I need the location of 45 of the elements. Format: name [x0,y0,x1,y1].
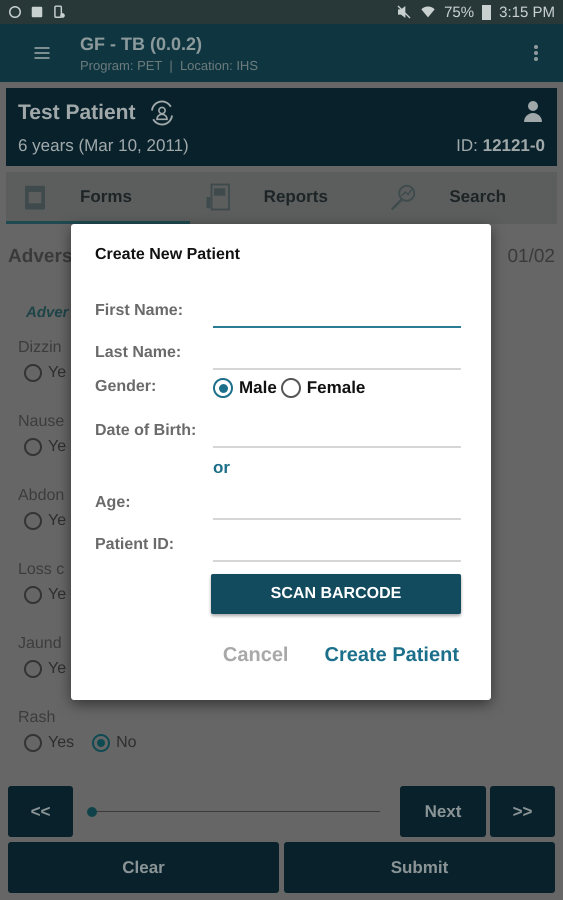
phone-icon [52,5,66,19]
section-heading: Adver [26,304,69,321]
patient-age: 6 years (Mar 10, 2011) [18,136,189,156]
clock: 3:15 PM [499,4,555,20]
wifi-icon [420,4,436,20]
radio-option[interactable]: Yes [24,734,74,752]
field-label: Last Name: [95,344,182,363]
tab[interactable]: Reports [190,172,374,224]
radio-option[interactable]: Male [213,378,277,398]
field-label: Gender: [95,378,158,397]
battery-percentage: 75% [444,4,474,20]
radio-option[interactable]: Ye [24,586,66,604]
first-page-button[interactable]: << [8,786,73,837]
dialog-title: Create New Patient [95,246,241,264]
radio-option[interactable]: Ye [24,660,66,678]
cancel-button[interactable]: Cancel [222,644,288,667]
tab-label: Search [449,186,506,206]
patient-id: ID: 12121-0 [456,136,545,156]
create-patient-button[interactable]: Create Patient [324,644,459,667]
tab-label: Forms [80,186,132,206]
app-title: GF - TB (0.0.2) [80,34,204,54]
submit-button[interactable]: Submit [284,842,555,893]
tab[interactable]: Search [373,172,558,224]
field-label: Patient ID: [95,536,176,555]
person-icon [521,98,545,124]
battery-icon [482,4,492,20]
app-icon [8,5,22,19]
scan-barcode-button[interactable]: SCAN BARCODE [211,574,461,614]
next-button[interactable]: Next [400,786,486,837]
last-page-button[interactable]: >> [490,786,555,837]
more-icon [533,43,539,63]
tab-label: Reports [264,186,328,206]
patient-name: Test Patient [18,101,136,125]
mute-icon [396,4,412,20]
field-label: First Name: [95,302,184,321]
radio-option[interactable]: Female [280,378,366,398]
radio-option[interactable]: Ye [24,512,66,530]
radio-option[interactable]: No [92,734,137,752]
radio-option[interactable]: Ye [24,364,66,382]
radio-option[interactable]: Ye [24,438,66,456]
or-label: or [213,458,231,478]
field-label: Age: [95,494,132,513]
field-label: Date of Birth: [95,422,198,441]
clear-button[interactable]: Clear [8,842,279,893]
app-subtitle: Program: PET | Location: IHS [80,58,259,72]
